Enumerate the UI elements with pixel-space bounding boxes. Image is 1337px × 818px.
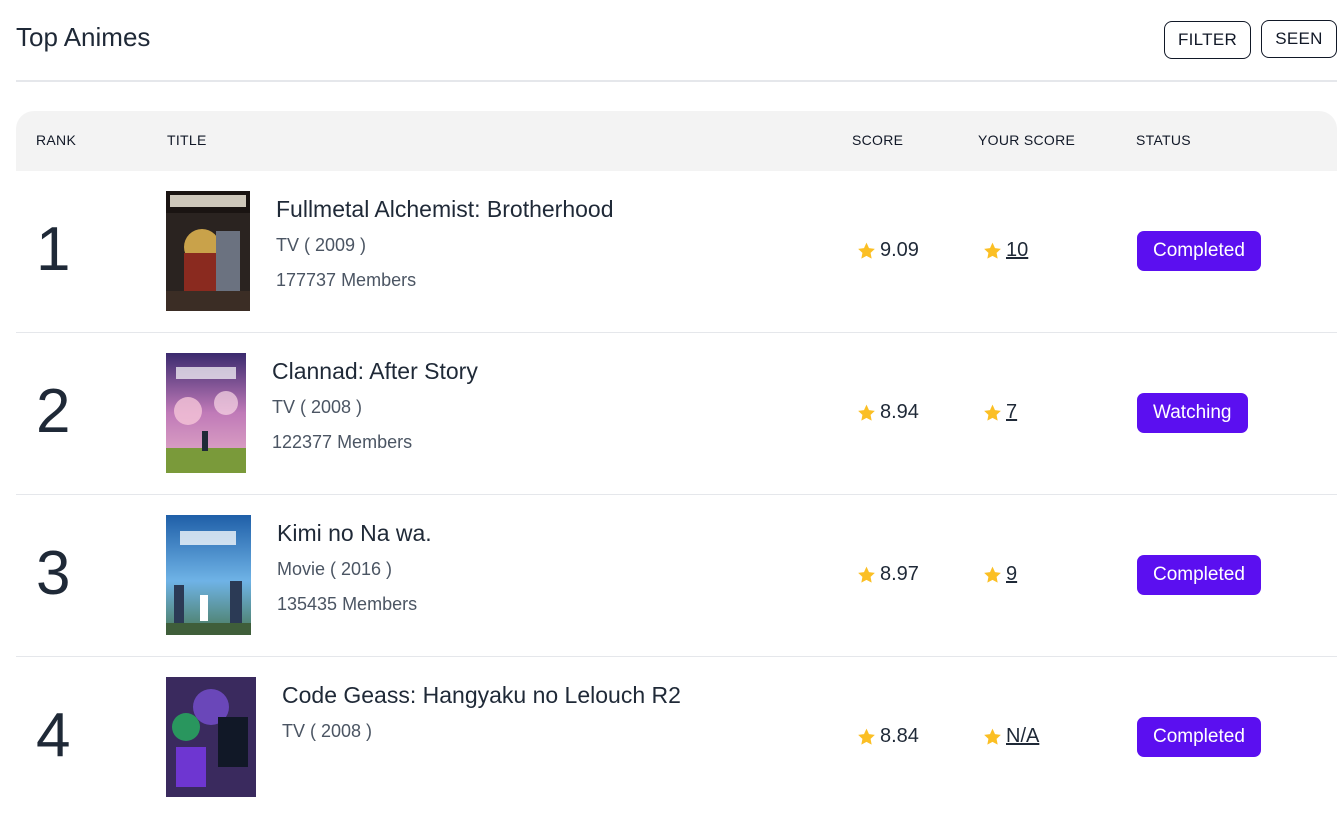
score: 9.09 (856, 239, 919, 262)
anime-poster[interactable] (166, 191, 250, 311)
star-icon (858, 566, 875, 583)
rank-number: 3 (36, 539, 71, 608)
star-icon (858, 404, 875, 421)
score-value: 9.09 (880, 239, 919, 261)
anime-poster[interactable] (166, 353, 246, 473)
status-button[interactable]: Completed (1137, 717, 1261, 757)
anime-info: Kimi no Na wa. Movie ( 2016 ) 135435 Mem… (277, 519, 432, 615)
anime-type-year: TV ( 2008 ) (272, 397, 363, 417)
anime-type-year: TV ( 2009 ) (276, 235, 367, 255)
page-header: Top Animes FILTER SEEN (16, 0, 1337, 82)
star-icon (858, 242, 875, 259)
anime-title[interactable]: Kimi no Na wa. (277, 519, 432, 547)
table-row[interactable]: 1 Fullmetal Alchemist: Brotherhood TV ( … (16, 171, 1337, 333)
table-row[interactable]: 4 Code Geass: Hangyaku no Lelouch R2 TV … (16, 657, 1337, 818)
seen-button[interactable]: SEEN (1261, 20, 1337, 58)
star-icon (984, 566, 1001, 583)
your-score-value[interactable]: 10 (1006, 239, 1028, 262)
your-score-value[interactable]: N/A (1006, 725, 1039, 748)
star-icon (984, 728, 1001, 745)
your-score[interactable]: 7 (982, 401, 1017, 424)
anime-members: 135435 Members (277, 594, 418, 614)
page-title: Top Animes (16, 22, 151, 52)
score: 8.94 (856, 401, 919, 424)
status-button[interactable]: Completed (1137, 231, 1261, 271)
anime-table: RANK TITLE SCORE YOUR SCORE STATUS 1 Ful… (16, 111, 1337, 818)
column-header-status: STATUS (1136, 132, 1191, 148)
table-header: RANK TITLE SCORE YOUR SCORE STATUS (16, 111, 1337, 171)
your-score[interactable]: 9 (982, 563, 1017, 586)
anime-members: 122377 Members (272, 432, 413, 452)
column-header-rank: RANK (36, 132, 77, 148)
star-icon (984, 404, 1001, 421)
anime-type-year: Movie ( 2016 ) (277, 559, 393, 579)
score: 8.84 (856, 725, 919, 748)
anime-info: Code Geass: Hangyaku no Lelouch R2 TV ( … (282, 681, 681, 755)
your-score[interactable]: N/A (982, 725, 1039, 748)
table-row[interactable]: 2 Clannad: After Story TV ( 2008 ) 12237… (16, 333, 1337, 495)
status-button[interactable]: Completed (1137, 555, 1261, 595)
your-score-value[interactable]: 7 (1006, 401, 1017, 424)
column-header-title: TITLE (167, 132, 207, 148)
anime-info: Fullmetal Alchemist: Brotherhood TV ( 20… (276, 195, 614, 291)
rank-number: 2 (36, 377, 71, 446)
column-header-score: SCORE (852, 132, 904, 148)
anime-poster[interactable] (166, 677, 256, 797)
anime-members: 177737 Members (276, 270, 417, 290)
score-value: 8.84 (880, 725, 919, 747)
star-icon (858, 728, 875, 745)
rank-number: 4 (36, 701, 71, 770)
your-score-value[interactable]: 9 (1006, 563, 1017, 586)
anime-info: Clannad: After Story TV ( 2008 ) 122377 … (272, 357, 478, 453)
star-icon (984, 242, 1001, 259)
filter-button[interactable]: FILTER (1164, 21, 1251, 59)
score: 8.97 (856, 563, 919, 586)
score-value: 8.94 (880, 401, 919, 423)
status-button[interactable]: Watching (1137, 393, 1248, 433)
anime-title[interactable]: Code Geass: Hangyaku no Lelouch R2 (282, 681, 681, 709)
table-row[interactable]: 3 Kimi no Na wa. Movie ( 2016 ) 135435 M… (16, 495, 1337, 657)
rank-number: 1 (36, 215, 71, 284)
anime-title[interactable]: Fullmetal Alchemist: Brotherhood (276, 195, 614, 223)
column-header-your-score: YOUR SCORE (978, 132, 1076, 148)
anime-poster[interactable] (166, 515, 251, 635)
anime-title[interactable]: Clannad: After Story (272, 357, 478, 385)
score-value: 8.97 (880, 563, 919, 585)
your-score[interactable]: 10 (982, 239, 1028, 262)
